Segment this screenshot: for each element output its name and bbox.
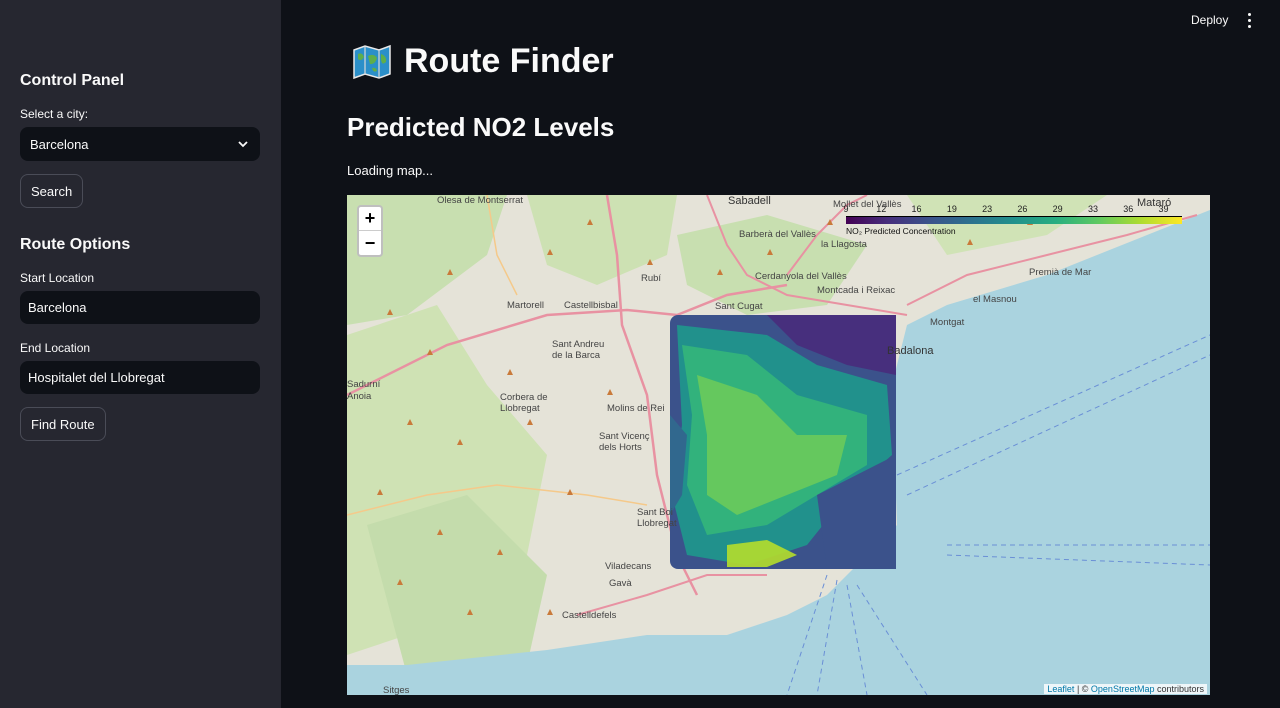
osm-link[interactable]: OpenStreetMap bbox=[1091, 684, 1155, 694]
city-select[interactable]: Barcelona bbox=[20, 127, 260, 161]
map-label: Olesa de Montserrat bbox=[437, 195, 524, 206]
legend-color-bar bbox=[846, 216, 1182, 224]
deploy-button[interactable]: Deploy bbox=[1191, 13, 1228, 27]
map-attribution: Leaflet | © OpenStreetMap contributors bbox=[1044, 684, 1207, 694]
map-view[interactable]: Sabadell Olesa de Montserrat Barberà del… bbox=[347, 195, 1210, 695]
legend-tick: 19 bbox=[946, 204, 957, 214]
section-heading: Predicted NO2 Levels bbox=[347, 112, 615, 142]
kebab-menu-icon[interactable] bbox=[1243, 11, 1255, 29]
legend-tick: 16 bbox=[911, 204, 922, 214]
zoom-out-button[interactable]: − bbox=[359, 231, 381, 255]
page-title: Route Finder bbox=[352, 42, 614, 81]
color-legend: 9 12 16 19 23 26 29 33 36 39 NO₂ Predict… bbox=[843, 203, 1182, 238]
legend-caption: NO₂ Predicted Concentration bbox=[846, 226, 956, 236]
sidebar: Control Panel Select a city: Barcelona S… bbox=[0, 0, 281, 708]
leaflet-link[interactable]: Leaflet bbox=[1047, 684, 1074, 694]
map-label: Martorell bbox=[507, 300, 544, 311]
map-label: Sant Andreu de la Barca bbox=[552, 339, 605, 361]
map-label: Montgat bbox=[930, 317, 965, 328]
attribution-separator: | © bbox=[1074, 684, 1091, 694]
map-label: Sant Vicenç dels Horts bbox=[599, 431, 650, 453]
city-select-value: Barcelona bbox=[30, 136, 89, 152]
city-select-label: Select a city: bbox=[20, 107, 89, 121]
attribution-suffix: contributors bbox=[1154, 684, 1204, 694]
map-label: Sant Boi Llobregat bbox=[637, 507, 677, 529]
map-label: Sadurní bbox=[347, 379, 381, 390]
map-label: Rubí bbox=[641, 273, 662, 284]
legend-tick: 39 bbox=[1158, 204, 1169, 214]
start-location-label: Start Location bbox=[20, 271, 95, 285]
find-route-button[interactable]: Find Route bbox=[20, 407, 106, 441]
chevron-down-icon bbox=[236, 137, 250, 151]
legend-tick: 36 bbox=[1123, 204, 1134, 214]
page-title-text: Route Finder bbox=[404, 42, 614, 80]
zoom-in-button[interactable]: + bbox=[359, 207, 381, 231]
map-label: Badalona bbox=[887, 345, 934, 357]
map-label: la Llagosta bbox=[821, 239, 867, 250]
map-label: Cerdanyola del Vallès bbox=[755, 271, 847, 282]
end-location-input[interactable]: Hospitalet del Llobregat bbox=[20, 361, 260, 394]
map-label: Gavà bbox=[609, 578, 632, 589]
map-label: Premià de Mar bbox=[1029, 267, 1092, 278]
map-label: Castelldefels bbox=[562, 610, 617, 621]
map-label: Molins de Rei bbox=[607, 403, 665, 414]
map-label: Anoia bbox=[347, 391, 372, 402]
legend-tick: 33 bbox=[1087, 204, 1098, 214]
route-options-heading: Route Options bbox=[20, 236, 131, 253]
map-label: Sitges bbox=[383, 685, 410, 695]
map-label: Sant Cugat bbox=[715, 301, 763, 312]
world-map-icon bbox=[353, 44, 391, 79]
legend-tick: 29 bbox=[1052, 204, 1063, 214]
search-button[interactable]: Search bbox=[20, 174, 84, 208]
map-label: Corbera de Llobregat bbox=[500, 392, 548, 414]
map-label: Sabadell bbox=[728, 195, 771, 207]
zoom-control: + − bbox=[357, 205, 383, 257]
map-label: Montcada i Reixac bbox=[817, 285, 896, 296]
legend-tick: 9 bbox=[843, 204, 849, 214]
legend-tick: 26 bbox=[1017, 204, 1028, 214]
map-label: Castellbisbal bbox=[564, 300, 618, 311]
legend-tick: 23 bbox=[982, 204, 993, 214]
map-label: Barberà del Vallès bbox=[739, 229, 816, 240]
legend-ticks: 9 12 16 19 23 26 29 33 36 39 bbox=[843, 203, 1182, 215]
map-label: el Masnou bbox=[973, 294, 1017, 305]
map-label: Viladecans bbox=[605, 561, 652, 572]
loading-status: Loading map... bbox=[347, 163, 434, 178]
start-location-input[interactable]: Barcelona bbox=[20, 291, 260, 324]
legend-tick: 12 bbox=[876, 204, 887, 214]
control-panel-heading: Control Panel bbox=[20, 72, 125, 89]
end-location-label: End Location bbox=[20, 341, 91, 355]
no2-heatmap-overlay bbox=[670, 315, 896, 569]
